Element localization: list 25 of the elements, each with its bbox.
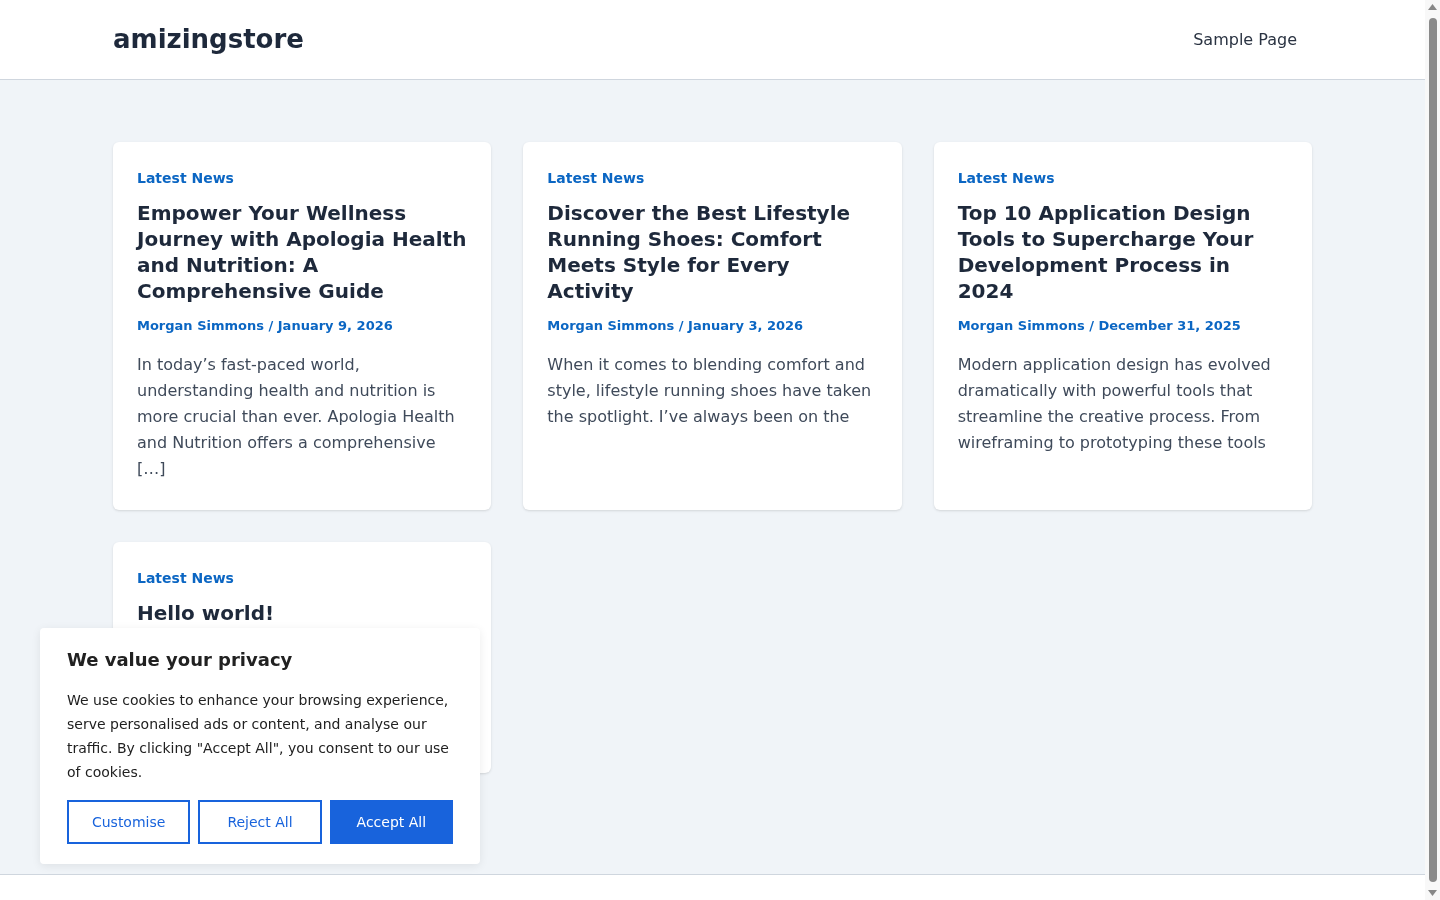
category-link[interactable]: Latest News [957,168,1055,188]
scrollbar-thumb[interactable] [1428,18,1437,882]
post-title[interactable]: Discover the Best Lifestyle Running Shoes: Comfort Meets Style for Every Activity [547,200,878,304]
consent-button[interactable]: Reject All [198,800,322,844]
post-excerpt: When it comes to blending comfort and style, lifestyle running shoes have taken the spotlight. I’ve always been on the [547,354,873,428]
post-excerpt: In today’s fast-paced world, understanding health and nutrition is more crucial than ever. Apologia Health and Nutrition offers a comprehensive […] [137,354,456,480]
consent-button[interactable]: Customise [67,800,191,844]
post-meta: Morgan Simmons / January 9, 2026 [137,317,394,335]
post-title[interactable]: Hello world! [137,600,468,626]
post-meta: Morgan Simmons / January 3, 2026 [547,317,805,335]
post-title[interactable]: Top 10 Application Design Tools to Supercharge Your Development Process in 2024 [957,200,1288,304]
category-link[interactable]: Latest News [137,568,234,588]
nav-link[interactable]: Sample Page [1193,27,1297,52]
banner-text: We use cookies to enhance your browsing experience, serve personalised ads or content, and analyse our traffic. By clicking "Accept All", you consent to our use of cookies. [67,691,450,782]
category-link[interactable]: Latest News [137,168,234,188]
post-meta: Morgan Simmons / December 31, 2025 [957,317,1242,335]
site-title[interactable]: amizingstore [113,20,304,59]
banner-title: We value your privacy [67,648,294,672]
post-title[interactable]: Empower Your Wellness Journey with Apologia Health and Nutrition: A Comprehensive Guide [137,200,468,304]
scroll-down-icon[interactable] [1428,890,1437,896]
category-link[interactable]: Latest News [547,168,645,188]
scrollbar[interactable] [1425,0,1440,900]
post-excerpt: Modern application design has evolved dramatically with powerful tools that streamline the creative process. From wireframing to prototyping these tools [957,354,1272,454]
consent-button[interactable]: Accept All [329,800,453,844]
scroll-up-icon[interactable] [1428,4,1437,10]
